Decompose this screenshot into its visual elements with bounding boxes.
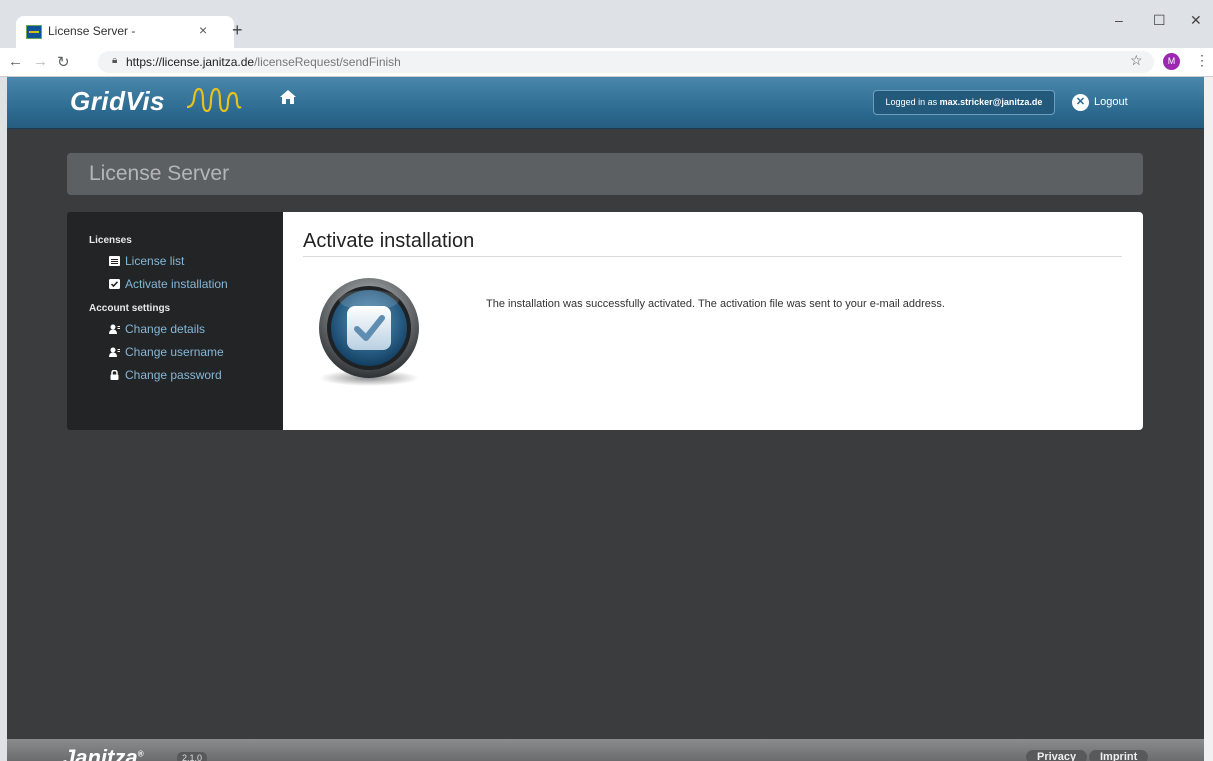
sidebar-item-label: Change password	[125, 368, 222, 382]
url-path: /licenseRequest/sendFinish	[254, 55, 401, 69]
logged-in-prefix: Logged in as	[885, 97, 938, 107]
user-icon	[109, 347, 120, 357]
forward-icon[interactable]: →	[33, 53, 48, 70]
window-close-button[interactable]: ✕	[1190, 12, 1202, 29]
success-check-icon	[319, 278, 419, 386]
logged-in-badge: Logged in as max.stricker@janitza.de	[873, 90, 1055, 115]
maximize-button[interactable]: ☐	[1153, 12, 1166, 29]
sidebar-heading-account: Account settings	[89, 303, 171, 314]
page-footer: Janitza® 2.1.0 Privacy Imprint	[7, 739, 1204, 761]
browser-toolbar: ← → ↻ 🔒︎ https://license.janitza.de/lice…	[0, 48, 1213, 77]
trademark-symbol: ®	[137, 749, 144, 759]
logo-wave-icon	[186, 87, 242, 113]
janitza-logo-text: Janitza	[63, 745, 138, 761]
address-bar[interactable]: 🔒︎ https://license.janitza.de/licenseReq…	[98, 51, 1154, 73]
browser-tabstrip: License Server - × + – ☐ ✕	[0, 0, 1213, 48]
sidebar-item-change-details[interactable]: Change details	[109, 322, 205, 336]
profile-avatar[interactable]: M	[1163, 53, 1180, 70]
imprint-link[interactable]: Imprint	[1089, 750, 1149, 761]
browser-menu-icon[interactable]: ⋮	[1195, 52, 1209, 69]
sidebar-heading-licenses: Licenses	[89, 235, 132, 246]
sidebar-item-label: Change details	[125, 322, 206, 336]
sidebar-item-activate-installation[interactable]: Activate installation	[109, 277, 228, 291]
sidebar-item-license-list[interactable]: License list	[109, 254, 184, 268]
back-icon[interactable]: ←	[8, 53, 23, 70]
sidebar-item-label: Change username	[125, 345, 224, 359]
user-email: max.stricker@janitza.de	[939, 97, 1043, 107]
minimize-button[interactable]: –	[1115, 12, 1123, 28]
sidebar: Licenses License list Activate installat…	[67, 212, 283, 430]
url-text: https://license.janitza.de/licenseReques…	[126, 55, 401, 69]
gridvis-logo[interactable]: GridVis	[70, 86, 165, 117]
logout-label: Logout	[1094, 96, 1128, 108]
browser-tab[interactable]: License Server - ×	[16, 16, 234, 48]
home-icon[interactable]	[279, 89, 297, 105]
logout-icon: ✕	[1072, 93, 1089, 111]
version-badge: 2.1.0	[177, 752, 208, 761]
sidebar-item-label: Activate installation	[125, 277, 228, 291]
page-viewport: GridVis Logged in as max.stricker@janitz…	[7, 77, 1204, 761]
tab-title: License Server -	[48, 24, 136, 38]
janitza-logo: Janitza®	[63, 745, 144, 761]
lock-icon: 🔒︎	[112, 55, 118, 66]
url-host: https://license.janitza.de	[126, 55, 255, 69]
sidebar-item-change-username[interactable]: Change username	[109, 345, 224, 359]
privacy-link[interactable]: Privacy	[1026, 750, 1088, 761]
sidebar-item-label: License list	[125, 254, 185, 268]
new-tab-button[interactable]: +	[232, 21, 243, 39]
tab-close-icon[interactable]: ×	[199, 22, 207, 38]
bookmark-star-icon[interactable]: ☆	[1130, 52, 1143, 69]
user-icon	[109, 324, 120, 334]
content-heading: Activate installation	[303, 230, 475, 252]
app-header: GridVis Logged in as max.stricker@janitz…	[7, 77, 1204, 129]
heading-divider	[303, 256, 1122, 257]
page-scrollbar[interactable]	[1204, 77, 1213, 761]
lock-icon	[110, 370, 119, 380]
reload-icon[interactable]: ↻	[57, 53, 70, 71]
success-message: The installation was successfully activa…	[486, 298, 945, 310]
favicon-icon	[26, 25, 42, 39]
main-content: Activate installation The installation w…	[283, 212, 1143, 430]
sidebar-item-change-password[interactable]: Change password	[109, 368, 222, 382]
page-title: License Server	[89, 162, 230, 185]
logout-button[interactable]: ✕ Logout	[1072, 91, 1128, 113]
checkbox-icon	[109, 279, 120, 289]
list-icon	[109, 256, 120, 266]
page-title-bar: License Server	[67, 153, 1143, 195]
